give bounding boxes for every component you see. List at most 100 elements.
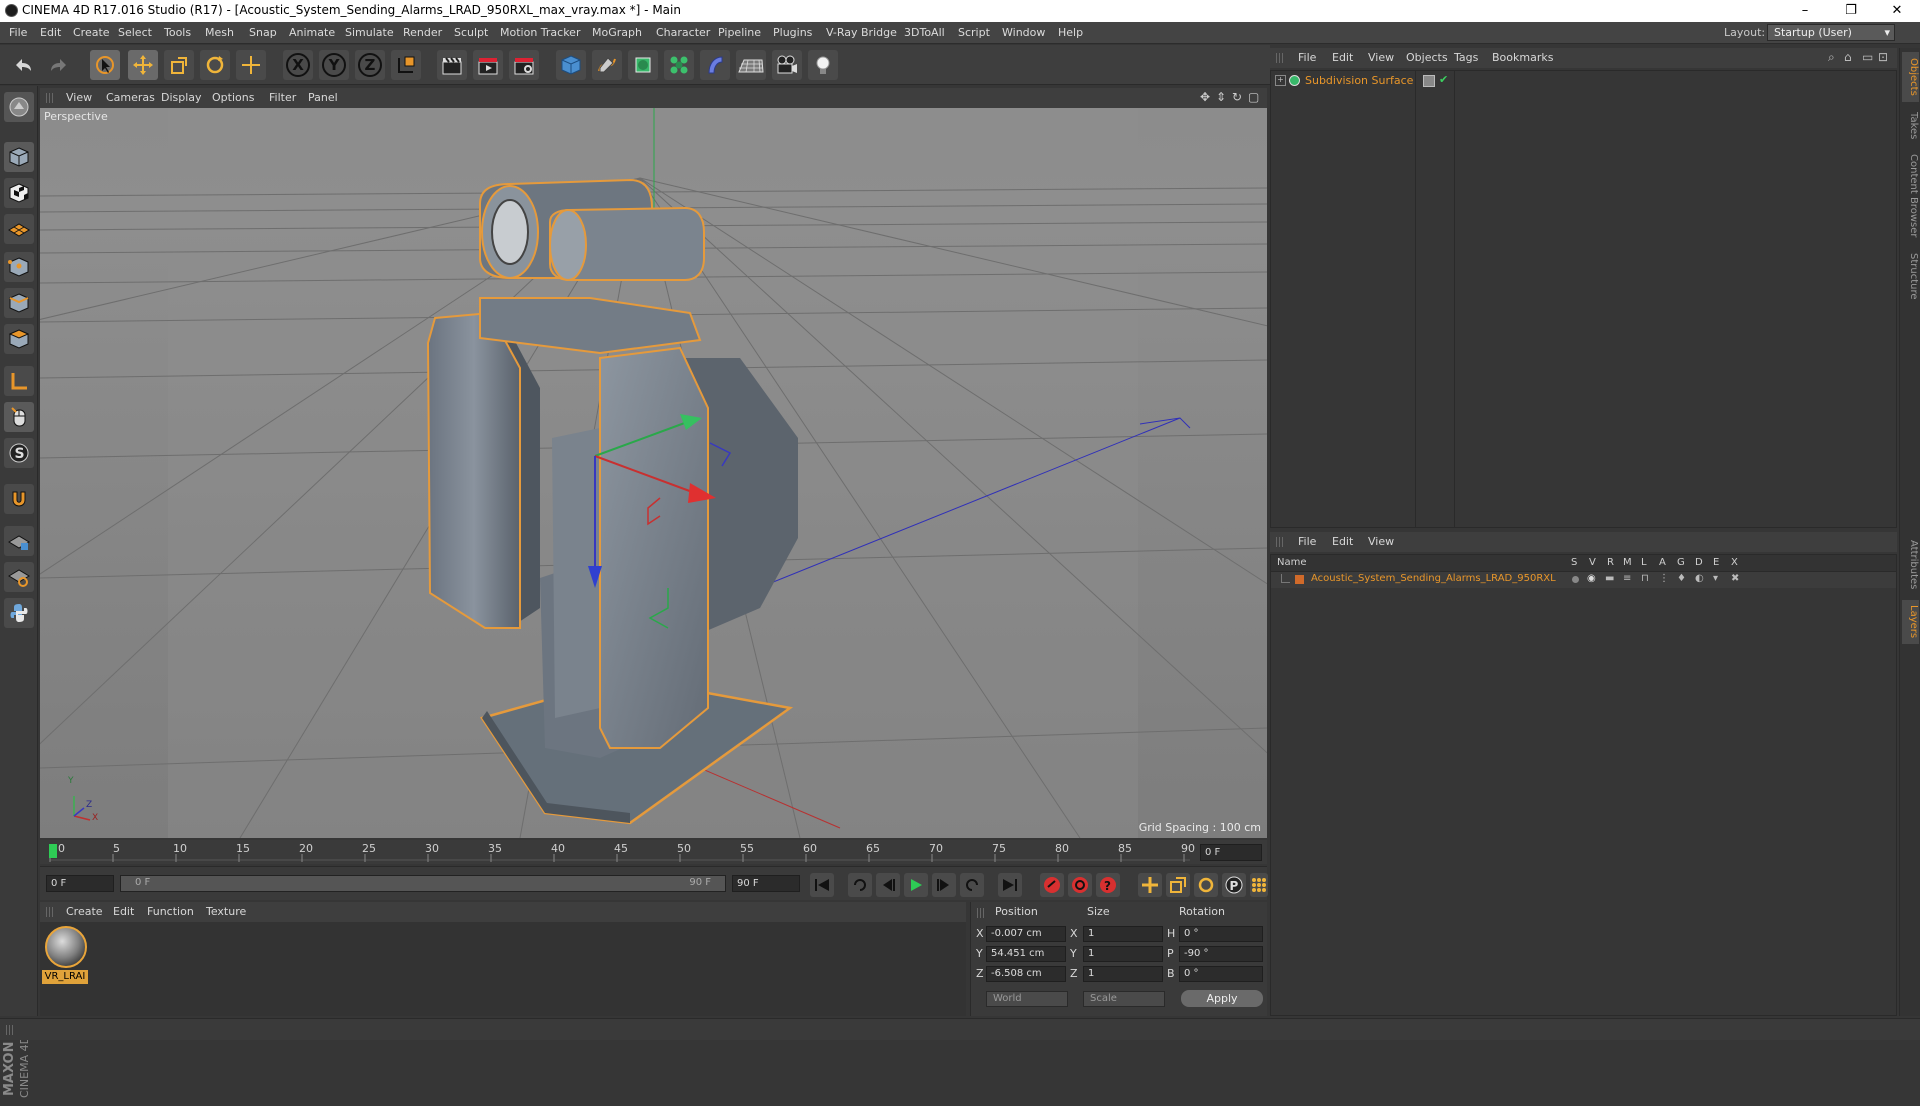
- camera-button[interactable]: [772, 50, 802, 80]
- menu-select[interactable]: Select: [118, 26, 152, 39]
- size-y-field[interactable]: 1: [1083, 946, 1163, 962]
- column-animation[interactable]: A: [1659, 557, 1666, 568]
- menu-script[interactable]: Script: [958, 26, 990, 39]
- solo-dot-icon[interactable]: [1572, 576, 1579, 583]
- floor-scene-button[interactable]: [736, 50, 766, 80]
- menu-character[interactable]: Character: [656, 26, 710, 39]
- rotation-b-field[interactable]: 0 °: [1179, 966, 1263, 982]
- key-rotation-button[interactable]: [1194, 873, 1218, 897]
- scale-tool-button[interactable]: [164, 50, 194, 80]
- panel-grip-icon[interactable]: [1276, 53, 1284, 63]
- layer-color-swatch[interactable]: [1295, 575, 1304, 584]
- new-view-icon[interactable]: ▭: [1862, 50, 1873, 64]
- light-button[interactable]: [808, 50, 838, 80]
- size-z-field[interactable]: 1: [1083, 966, 1163, 982]
- menu-edit[interactable]: Edit: [40, 26, 61, 39]
- perspective-viewport[interactable]: Y X Z Perspective Grid Spacing : 100 cm: [40, 108, 1267, 838]
- rotation-p-field[interactable]: -90 °: [1179, 946, 1263, 962]
- tab-content-browser[interactable]: Content Browser: [1902, 148, 1919, 244]
- rotation-h-field[interactable]: 0 °: [1179, 926, 1263, 942]
- column-xref[interactable]: X: [1731, 557, 1738, 568]
- key-pla-button[interactable]: [1250, 873, 1268, 897]
- size-mode-dropdown[interactable]: Scale: [1083, 991, 1165, 1007]
- layer-color-icon[interactable]: [1423, 75, 1435, 87]
- expand-icon[interactable]: ⊡: [1878, 50, 1888, 64]
- next-key-button[interactable]: [960, 873, 984, 897]
- column-expressions[interactable]: E: [1713, 557, 1719, 568]
- search-icon[interactable]: ⌕: [1828, 50, 1835, 65]
- layout-dropdown[interactable]: Startup (User) ▾: [1767, 24, 1895, 41]
- minimize-button[interactable]: –: [1782, 0, 1828, 22]
- material-menu-edit[interactable]: Edit: [113, 905, 134, 918]
- tab-attributes[interactable]: Attributes: [1902, 532, 1919, 598]
- key-scale-button[interactable]: [1166, 873, 1190, 897]
- column-deformers[interactable]: D: [1695, 557, 1703, 568]
- key-position-button[interactable]: [1138, 873, 1162, 897]
- layer-name[interactable]: Acoustic_System_Sending_Alarms_LRAD_950R…: [1311, 573, 1556, 584]
- coordinate-mode-dropdown[interactable]: World: [986, 991, 1068, 1007]
- menu-mograph[interactable]: MoGraph: [592, 26, 642, 39]
- column-generators[interactable]: G: [1677, 557, 1685, 568]
- texture-mode-button[interactable]: [4, 178, 34, 208]
- layers-menu-view[interactable]: View: [1368, 535, 1394, 548]
- menu-render[interactable]: Render: [403, 26, 442, 39]
- points-mode-button[interactable]: [4, 252, 34, 282]
- record-keys-button[interactable]: [1040, 873, 1064, 897]
- viewport-menu-filter[interactable]: Filter: [269, 91, 296, 104]
- snapping-button[interactable]: [4, 484, 34, 514]
- tweak-mode-button[interactable]: [4, 402, 34, 432]
- material-menu-texture[interactable]: Texture: [206, 905, 246, 918]
- menu-create[interactable]: Create: [73, 26, 110, 39]
- menu-simulate[interactable]: Simulate: [345, 26, 394, 39]
- panel-grip-icon[interactable]: [46, 907, 54, 917]
- menu-window[interactable]: Window: [1002, 26, 1045, 39]
- deformer-icon[interactable]: ◐: [1695, 573, 1704, 584]
- recent-tool-button[interactable]: [236, 50, 266, 80]
- make-editable-button[interactable]: [4, 92, 34, 122]
- objects-menu-view[interactable]: View: [1368, 51, 1394, 64]
- lock-icon[interactable]: ⊓: [1641, 573, 1649, 584]
- layers-menu-file[interactable]: File: [1298, 535, 1316, 548]
- workplane-lock-button[interactable]: [4, 526, 34, 556]
- visible-eye-icon[interactable]: ◉: [1587, 573, 1596, 584]
- menu-3dtoall[interactable]: 3DToAll: [904, 26, 945, 39]
- timeline-ruler[interactable]: 0 5 10 15 20 25 30 35 40 45 50 55 60 65 …: [40, 840, 1267, 864]
- manager-icon[interactable]: ≡: [1623, 573, 1631, 584]
- tab-takes[interactable]: Takes: [1902, 106, 1919, 146]
- preview-range-slider[interactable]: 0 F 90 F: [120, 875, 726, 892]
- generator-icon[interactable]: ♦: [1677, 573, 1686, 584]
- close-button[interactable]: ✕: [1874, 0, 1920, 22]
- autokey-button[interactable]: [1068, 873, 1092, 897]
- coordinate-system-button[interactable]: [391, 50, 421, 80]
- y-axis-lock-button[interactable]: Y: [319, 50, 349, 80]
- deformer-button[interactable]: [700, 50, 730, 80]
- go-to-start-button[interactable]: [810, 873, 834, 897]
- render-to-picture-viewer-button[interactable]: [473, 50, 503, 80]
- tab-layers[interactable]: Layers: [1902, 600, 1919, 644]
- menu-plugins[interactable]: Plugins: [773, 26, 812, 39]
- enable-axis-button[interactable]: [4, 366, 34, 396]
- subdivision-surface-button[interactable]: [628, 50, 658, 80]
- viewport-menu-options[interactable]: Options: [212, 91, 254, 104]
- position-z-field[interactable]: -6.508 cm: [986, 966, 1066, 982]
- viewport-menu-display[interactable]: Display: [161, 91, 202, 104]
- objects-menu-bookmarks[interactable]: Bookmarks: [1492, 51, 1553, 64]
- edges-mode-button[interactable]: [4, 288, 34, 318]
- menu-help[interactable]: Help: [1058, 26, 1083, 39]
- objects-menu-tags[interactable]: Tags: [1454, 51, 1478, 64]
- edit-render-settings-button[interactable]: [509, 50, 539, 80]
- menu-animate[interactable]: Animate: [289, 26, 335, 39]
- material-menu-create[interactable]: Create: [66, 905, 103, 918]
- animation-icon[interactable]: ⋮: [1659, 573, 1669, 584]
- menu-pipeline[interactable]: Pipeline: [718, 26, 761, 39]
- viewport-dolly-icon[interactable]: ⇕: [1216, 90, 1226, 104]
- spline-pen-button[interactable]: [592, 50, 622, 80]
- enabled-checkmark-icon[interactable]: ✔: [1439, 73, 1448, 86]
- layers-menu-edit[interactable]: Edit: [1332, 535, 1353, 548]
- apply-button[interactable]: Apply: [1181, 990, 1263, 1007]
- cube-object-button[interactable]: [556, 50, 586, 80]
- menu-snap[interactable]: Snap: [249, 26, 277, 39]
- keyframe-selection-button[interactable]: ?: [1096, 873, 1120, 897]
- column-render[interactable]: R: [1607, 557, 1614, 568]
- material-preview-sphere[interactable]: [45, 926, 87, 968]
